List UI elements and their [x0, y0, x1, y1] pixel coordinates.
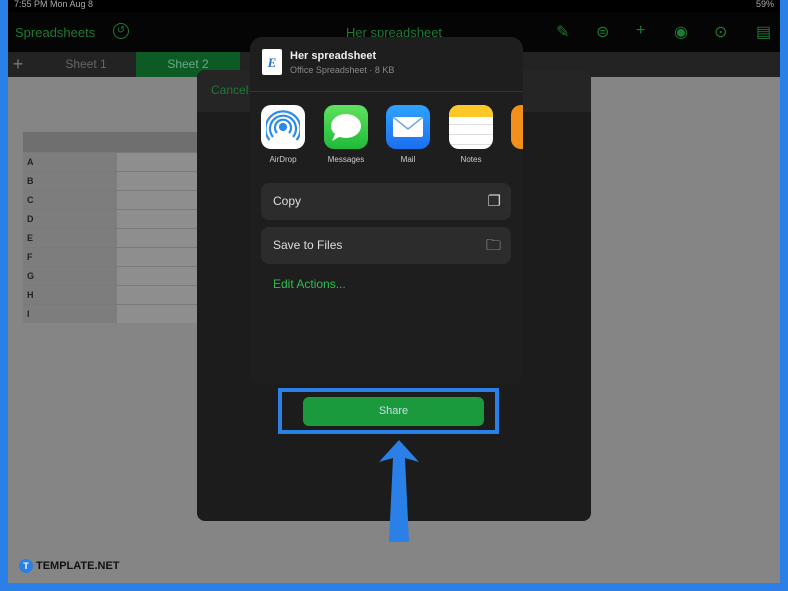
row-label[interactable]: I [23, 305, 117, 323]
highlight-box [278, 388, 499, 434]
row-label[interactable]: H [23, 286, 117, 304]
spreadsheet-table: ABCDEFGHI [23, 132, 198, 323]
app-icon [511, 105, 523, 149]
app-label: Mail [400, 155, 416, 164]
save-to-files-action[interactable]: Save to Files 🗀 [261, 227, 511, 264]
cancel-button[interactable]: Cancel [211, 83, 248, 97]
battery-level: 59% [755, 0, 774, 9]
table-row: G [23, 266, 198, 285]
app-label: iT [511, 155, 523, 164]
app-label: Messages [327, 155, 365, 164]
tab-sheet-1[interactable]: Sheet 1 [36, 52, 136, 77]
header-row [23, 132, 198, 152]
status-time: 7:55 PM Mon Aug 8 [14, 0, 94, 9]
share-app-itunes[interactable]: iT [511, 105, 523, 164]
edit-actions-link[interactable]: Edit Actions... [273, 277, 346, 291]
mail-icon [386, 105, 430, 149]
status-bar: 7:55 PM Mon Aug 8 59% [8, 0, 780, 12]
share-app-notes[interactable]: Notes [449, 105, 493, 164]
action-label: Copy [273, 194, 302, 208]
airdrop-icon [261, 105, 305, 149]
table-row: E [23, 228, 198, 247]
file-name: Her spreadsheet [290, 50, 377, 62]
row-label[interactable]: C [23, 191, 117, 209]
file-meta: Office Spreadsheet · 8 KB [290, 65, 395, 75]
row-label[interactable]: D [23, 210, 117, 228]
divider [250, 91, 523, 92]
folder-icon: 🗀 [485, 237, 501, 254]
messages-icon [324, 105, 368, 149]
add-sheet-button[interactable]: + [8, 52, 28, 77]
paintbrush-icon[interactable]: ✎ [556, 22, 569, 42]
share-app-mail[interactable]: Mail [386, 105, 430, 164]
table-row: H [23, 285, 198, 304]
table-row: A [23, 152, 198, 171]
file-icon: E [262, 49, 282, 75]
share-app-airdrop[interactable]: AirDrop [261, 105, 305, 164]
row-label[interactable]: B [23, 172, 117, 190]
logo-text: TEMPLATE.NET [36, 560, 120, 572]
copy-action[interactable]: Copy ❐ [261, 183, 511, 220]
logo-icon: T [19, 559, 33, 573]
share-app-messages[interactable]: Messages [324, 105, 368, 164]
row-label[interactable]: F [23, 248, 117, 266]
action-label: Save to Files [273, 238, 343, 252]
table-row: B [23, 171, 198, 190]
plus-icon[interactable]: + [636, 22, 645, 40]
row-label[interactable]: A [23, 153, 117, 171]
more-icon[interactable]: ⊙ [714, 22, 727, 42]
share-sheet-popover: E Her spreadsheet Office Spreadsheet · 8… [250, 37, 523, 385]
arrow-icon [379, 440, 419, 542]
collaborate-icon[interactable]: ◉ [674, 22, 688, 42]
app-label: Notes [460, 155, 482, 164]
document-icon[interactable]: ▤ [756, 22, 771, 42]
row-label[interactable]: G [23, 267, 117, 285]
table-row: I [23, 304, 198, 323]
template-net-logo: T TEMPLATE.NET [19, 559, 120, 573]
app-label: AirDrop [269, 155, 297, 164]
table-row: C [23, 190, 198, 209]
notes-icon [449, 105, 493, 149]
row-label[interactable]: E [23, 229, 117, 247]
table-row: F [23, 247, 198, 266]
filter-icon[interactable]: ⊜ [596, 22, 609, 42]
table-row: D [23, 209, 198, 228]
copy-icon: ❐ [487, 193, 501, 210]
